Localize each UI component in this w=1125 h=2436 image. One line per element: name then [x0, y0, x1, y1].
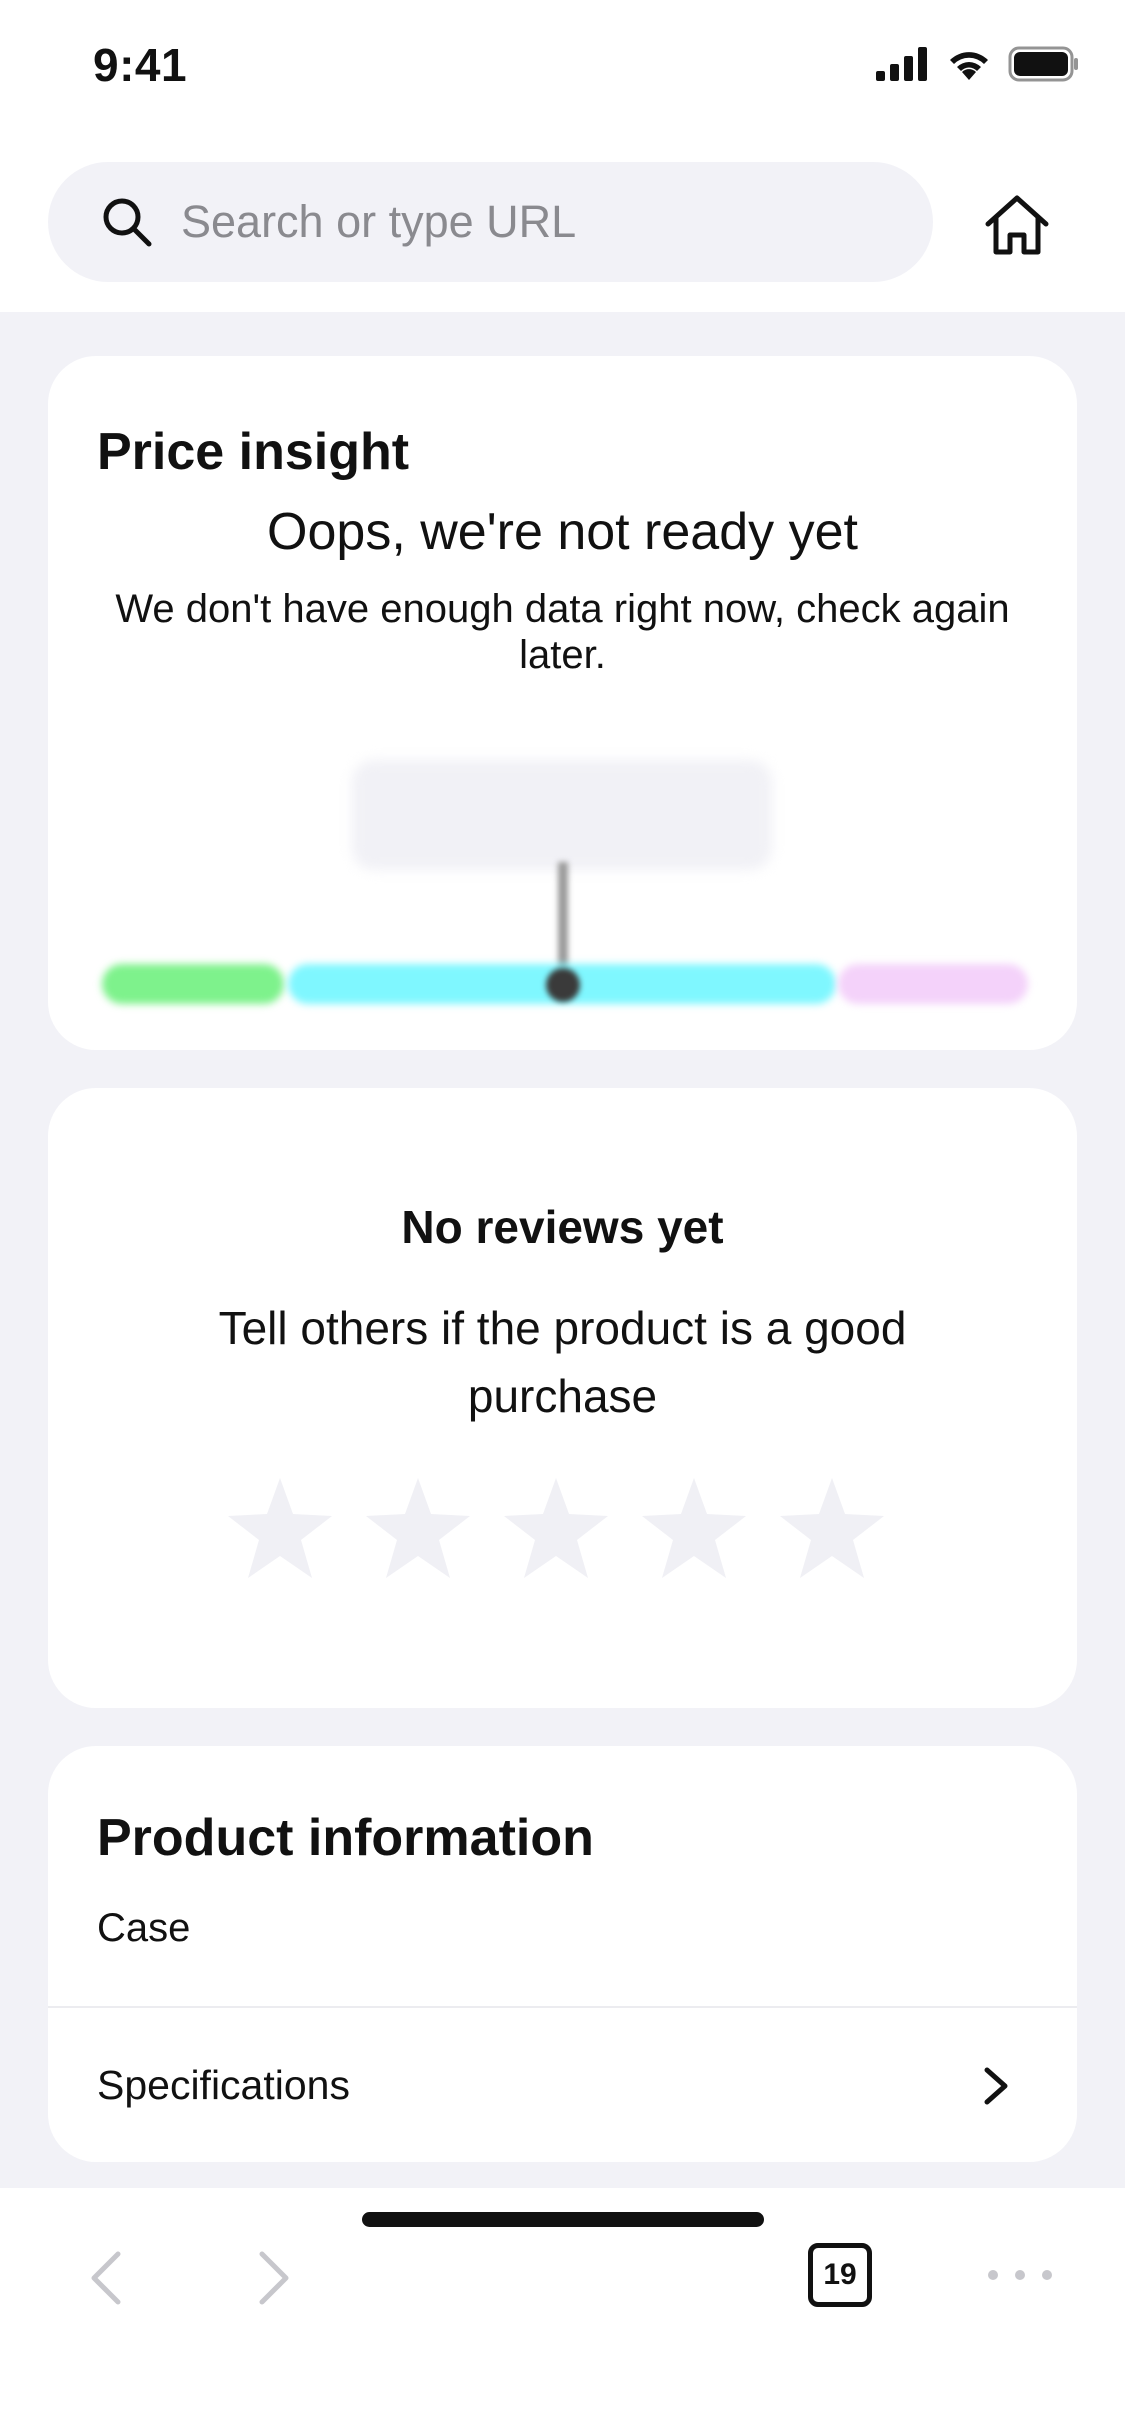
product-category: Case: [97, 1906, 191, 1950]
specifications-label: Specifications: [97, 2062, 350, 2108]
more-dot: [1042, 2270, 1052, 2280]
star-icon[interactable]: [226, 1476, 334, 1580]
star-icon[interactable]: [778, 1476, 886, 1580]
browser-header: Search or type URL: [0, 140, 1125, 312]
more-icon[interactable]: [988, 2268, 1052, 2282]
home-indicator: [362, 2212, 764, 2227]
price-tooltip-placeholder: [352, 760, 772, 870]
tabs-button[interactable]: 19: [808, 2243, 872, 2307]
price-indicator-dot: [546, 968, 580, 1002]
search-input[interactable]: Search or type URL: [181, 196, 576, 248]
star-icon[interactable]: [502, 1476, 610, 1580]
price-insight-heading: Oops, we're not ready yet: [267, 503, 858, 561]
home-icon[interactable]: [982, 190, 1052, 260]
chevron-left-icon[interactable]: [88, 2250, 122, 2306]
battery-icon: [1008, 46, 1078, 82]
price-range-high: [838, 964, 1028, 1004]
reviews-card: No reviews yet Tell others if the produc…: [48, 1088, 1077, 1708]
product-information-card: Product information Case Specifications: [48, 1746, 1077, 2162]
wifi-icon: [950, 52, 988, 80]
status-time: 9:41: [93, 39, 188, 91]
specifications-row[interactable]: Specifications: [48, 2008, 1077, 2162]
more-dot: [1015, 2270, 1025, 2280]
signal-icon: [876, 47, 927, 81]
search-icon: [103, 198, 152, 247]
star-icon[interactable]: [640, 1476, 748, 1580]
star-icon[interactable]: [364, 1476, 472, 1580]
chevron-right-icon: [984, 2067, 1008, 2105]
reviews-description: Tell others if the product is a good pur…: [218, 1302, 907, 1422]
reviews-title: No reviews yet: [401, 1201, 724, 1253]
price-insight-title: Price insight: [97, 423, 410, 481]
product-information-title: Product information: [97, 1809, 594, 1867]
status-icons: [876, 46, 1080, 82]
more-dot: [988, 2270, 998, 2280]
star-rating[interactable]: [226, 1476, 886, 1580]
price-insight-description: We don't have enough data right now, che…: [115, 587, 1010, 677]
price-insight-card: Price insight Oops, we're not ready yet …: [48, 356, 1077, 1050]
browser-screen: 9:41 Search or type URL Price insight Oo…: [0, 0, 1125, 2436]
price-range-low: [102, 964, 284, 1004]
status-bar: 9:41: [0, 0, 1125, 140]
chevron-right-icon[interactable]: [258, 2250, 292, 2306]
search-bar[interactable]: Search or type URL: [48, 162, 933, 282]
